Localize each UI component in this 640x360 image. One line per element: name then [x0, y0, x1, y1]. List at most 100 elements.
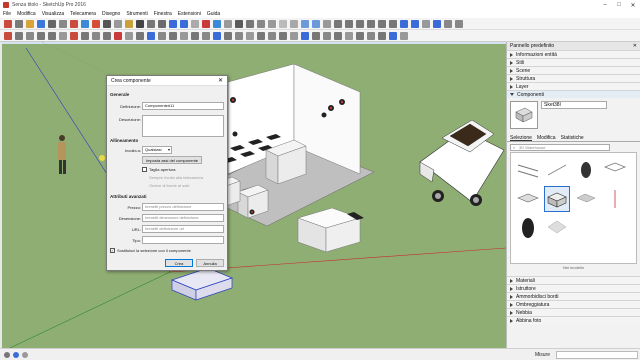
- component-options-icon[interactable]: [378, 32, 386, 40]
- component-item-selected[interactable]: [544, 186, 570, 212]
- split-icon[interactable]: [257, 32, 265, 40]
- 3d-text-icon[interactable]: [125, 32, 133, 40]
- menu-view[interactable]: Visualizza: [42, 11, 64, 17]
- push-pull-tool-icon[interactable]: [59, 20, 67, 28]
- credits-icon[interactable]: [22, 352, 28, 358]
- photo-textures-icon[interactable]: [345, 32, 353, 40]
- menu-camera[interactable]: Telecamera: [70, 11, 96, 17]
- stamp-icon[interactable]: [279, 32, 287, 40]
- section-outliner[interactable]: Struttura: [507, 74, 640, 82]
- section-fog[interactable]: Nebbia: [507, 308, 640, 316]
- create-button[interactable]: Crea: [165, 259, 193, 267]
- price-input[interactable]: Immetti prezzo definizione: [142, 203, 224, 211]
- geo-icon[interactable]: [13, 352, 19, 358]
- xray-icon[interactable]: [257, 20, 265, 28]
- union-icon[interactable]: [224, 32, 232, 40]
- set-component-axes-button[interactable]: Imposta assi del componente: [142, 156, 202, 164]
- tray-pin-icon[interactable]: ✕: [633, 43, 637, 49]
- tape-tool-icon[interactable]: [114, 20, 122, 28]
- shadow-toggle-icon[interactable]: [411, 20, 419, 28]
- component-icon[interactable]: [180, 32, 188, 40]
- section-plane-icon[interactable]: [235, 20, 243, 28]
- orbit-icon[interactable]: [147, 20, 155, 28]
- section-entity-info[interactable]: Informazioni entità: [507, 50, 640, 58]
- cut-opening-checkbox[interactable]: [142, 167, 147, 172]
- extension-warehouse-icon[interactable]: [213, 20, 221, 28]
- previous-view-icon[interactable]: [191, 20, 199, 28]
- component-item-frame[interactable]: [602, 157, 628, 183]
- menu-draw[interactable]: Disegno: [102, 11, 120, 17]
- menu-help[interactable]: Guida: [207, 11, 220, 17]
- zoom-icon[interactable]: [169, 20, 177, 28]
- size-input[interactable]: Immetti dimensioni definizione: [142, 214, 224, 222]
- dynamic-component-icon[interactable]: [356, 32, 364, 40]
- back-view-icon[interactable]: [378, 20, 386, 28]
- component-item-pole[interactable]: [602, 186, 628, 212]
- section-soften-edges[interactable]: Ammorbidisci bordi: [507, 292, 640, 300]
- wireframe-icon[interactable]: [279, 20, 287, 28]
- drape-icon[interactable]: [290, 32, 298, 40]
- section-fill-icon[interactable]: [169, 32, 177, 40]
- hidden-line-icon[interactable]: [290, 20, 298, 28]
- flip-edge-icon[interactable]: [312, 32, 320, 40]
- position-camera-icon[interactable]: [158, 32, 166, 40]
- group-icon[interactable]: [191, 32, 199, 40]
- section-scenes[interactable]: Scene: [507, 66, 640, 74]
- text-tool-icon[interactable]: [125, 20, 133, 28]
- section-materials[interactable]: Materiali: [507, 276, 640, 284]
- paint-bucket-icon[interactable]: [136, 20, 144, 28]
- type-input[interactable]: [142, 236, 224, 244]
- outer-shell-icon[interactable]: [213, 32, 221, 40]
- section-components[interactable]: Componenti: [507, 90, 640, 98]
- rect-rotated-icon[interactable]: [26, 32, 34, 40]
- interact-icon[interactable]: [367, 32, 375, 40]
- circle-icon[interactable]: [37, 32, 45, 40]
- geo-location-icon[interactable]: [323, 32, 331, 40]
- polygon-icon[interactable]: [48, 32, 56, 40]
- subtract-icon[interactable]: [235, 32, 243, 40]
- arc-tool-icon[interactable]: [37, 20, 45, 28]
- tab-statistics[interactable]: Statistiche: [561, 134, 584, 141]
- scale-tool-icon[interactable]: [92, 20, 100, 28]
- close-icon[interactable]: ✕: [626, 0, 640, 10]
- add-detail-icon[interactable]: [301, 32, 309, 40]
- axes-icon[interactable]: [92, 32, 100, 40]
- sandbox-icon[interactable]: [433, 20, 441, 28]
- walk-icon[interactable]: [136, 32, 144, 40]
- intersect-icon[interactable]: [202, 32, 210, 40]
- trim-icon[interactable]: [246, 32, 254, 40]
- label-icon[interactable]: [114, 32, 122, 40]
- dialog-close-icon[interactable]: ✕: [218, 77, 223, 84]
- tab-select[interactable]: Selezione: [510, 134, 532, 141]
- definition-input[interactable]: Componente#11: [142, 102, 224, 110]
- zoom-extents-icon[interactable]: [180, 20, 188, 28]
- line-tool-icon[interactable]: [26, 20, 34, 28]
- menu-window[interactable]: Finestra: [154, 11, 172, 17]
- component-item-panel[interactable]: [573, 186, 599, 212]
- protractor-icon[interactable]: [81, 32, 89, 40]
- three-point-arc-icon[interactable]: [70, 32, 78, 40]
- layout-icon[interactable]: [224, 20, 232, 28]
- menu-tools[interactable]: Strumenti: [126, 11, 147, 17]
- component-item-plate[interactable]: [544, 215, 570, 241]
- section-styles[interactable]: Stili: [507, 58, 640, 66]
- freehand-icon[interactable]: [15, 32, 23, 40]
- follow-me-icon[interactable]: [455, 20, 463, 28]
- smoove-icon[interactable]: [268, 32, 276, 40]
- xray-toggle-icon[interactable]: [400, 20, 408, 28]
- styles-icon[interactable]: [246, 20, 254, 28]
- rotate-tool-icon[interactable]: [81, 20, 89, 28]
- select-tool-icon[interactable]: [4, 20, 12, 28]
- fog-toggle-icon[interactable]: [422, 20, 430, 28]
- rectangle-tool-icon[interactable]: [48, 20, 56, 28]
- url-input[interactable]: Immetti definizione url: [142, 225, 224, 233]
- back-edges-icon[interactable]: [268, 20, 276, 28]
- shaded-icon[interactable]: [301, 20, 309, 28]
- pencil-icon[interactable]: [4, 32, 12, 40]
- component-item-bar[interactable]: [544, 157, 570, 183]
- pie-icon[interactable]: [59, 32, 67, 40]
- minimize-icon[interactable]: –: [598, 0, 612, 10]
- shaded-textures-icon[interactable]: [312, 20, 320, 28]
- move-tool-icon[interactable]: [70, 20, 78, 28]
- front-view-icon[interactable]: [356, 20, 364, 28]
